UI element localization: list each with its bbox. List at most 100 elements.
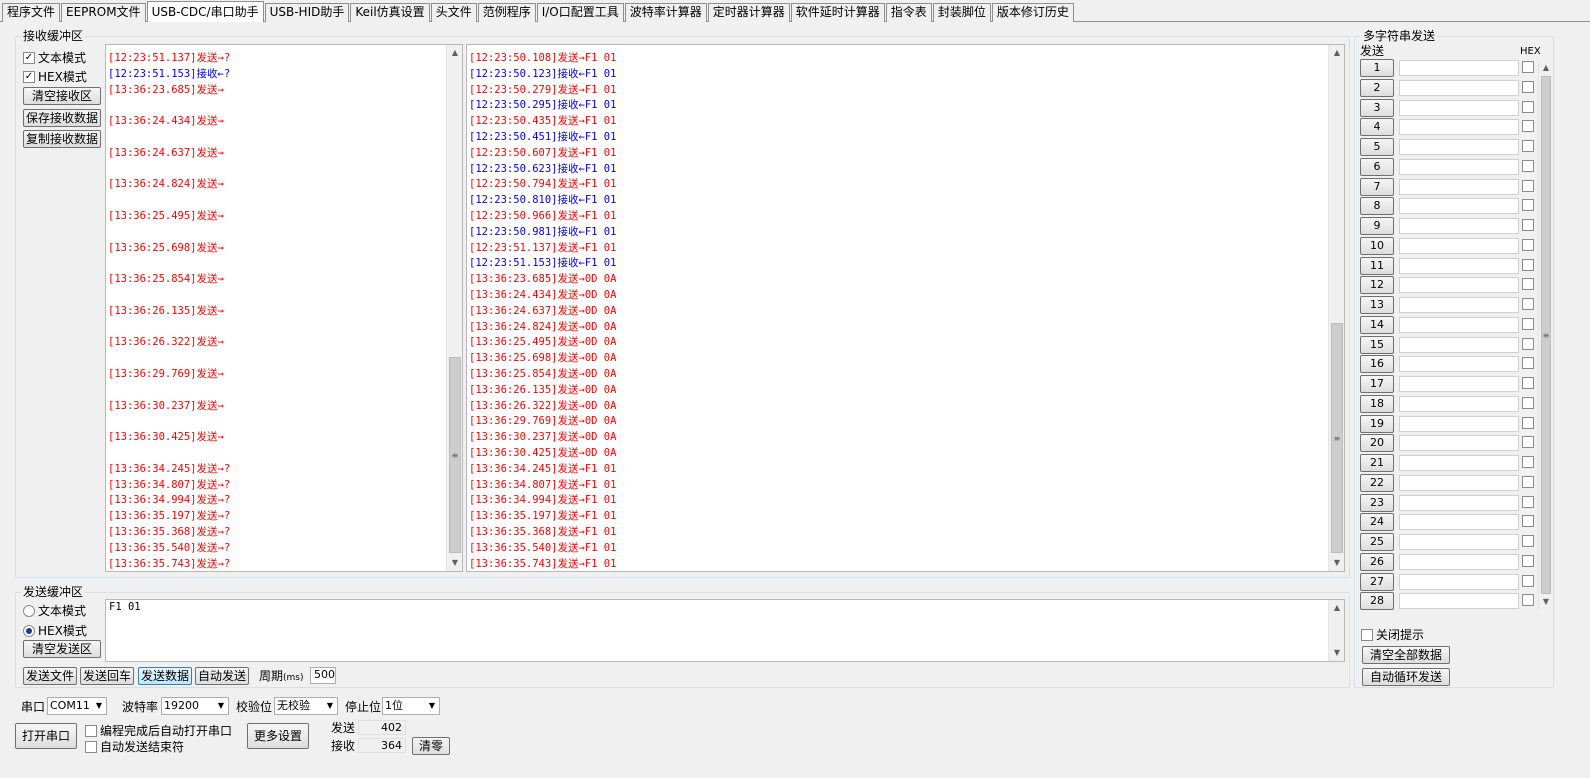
multi-send-button[interactable]: 13 bbox=[1360, 296, 1394, 314]
multi-hex-checkbox[interactable] bbox=[1522, 258, 1534, 271]
multi-send-input[interactable] bbox=[1399, 60, 1519, 76]
auto-loop-send-button[interactable]: 自动循环发送 bbox=[1362, 668, 1450, 686]
receive-text-log-scrollbar[interactable]: ▲ ≡ ▼ bbox=[446, 45, 462, 571]
tab-0[interactable]: 程序文件 bbox=[2, 3, 61, 22]
send-hex-mode-radio[interactable]: HEX模式 bbox=[23, 622, 87, 639]
multi-send-input[interactable] bbox=[1399, 79, 1519, 96]
send-text-mode-radio[interactable]: 文本模式 bbox=[23, 602, 86, 619]
multi-hex-checkbox[interactable] bbox=[1522, 298, 1534, 310]
clear-count-button[interactable]: 清零 bbox=[412, 737, 450, 755]
multi-hex-checkbox[interactable] bbox=[1522, 554, 1534, 567]
multi-send-button[interactable]: 9 bbox=[1360, 217, 1394, 235]
scroll-up-icon[interactable]: ▲ bbox=[1329, 45, 1344, 61]
multi-send-button[interactable]: 19 bbox=[1360, 414, 1394, 433]
multi-send-input[interactable] bbox=[1399, 553, 1519, 570]
send-file-button[interactable]: 发送文件 bbox=[23, 667, 77, 685]
multi-send-button[interactable]: 24 bbox=[1360, 513, 1394, 532]
tab-12[interactable]: 封装脚位 bbox=[932, 3, 991, 22]
receive-hex-mode-checkbox[interactable]: ✓ HEX模式 bbox=[23, 68, 87, 85]
multi-send-input[interactable] bbox=[1399, 257, 1519, 274]
tab-7[interactable]: I/O口配置工具 bbox=[536, 3, 624, 22]
multi-send-button[interactable]: 17 bbox=[1360, 375, 1394, 393]
multi-send-input[interactable] bbox=[1399, 395, 1519, 412]
stop-bits-select[interactable]: 1位 ▼ bbox=[382, 697, 440, 715]
send-enter-button[interactable]: 发送回车 bbox=[80, 667, 134, 685]
multi-hex-checkbox[interactable] bbox=[1522, 100, 1534, 113]
multi-hex-checkbox[interactable] bbox=[1522, 456, 1534, 468]
multi-send-input[interactable] bbox=[1399, 237, 1519, 254]
auto-end-checkbox[interactable]: 自动发送结束符 bbox=[85, 738, 184, 755]
multi-send-input[interactable] bbox=[1399, 336, 1519, 353]
clear-send-button[interactable]: 清空发送区 bbox=[23, 640, 101, 658]
tab-6[interactable]: 范例程序 bbox=[477, 3, 536, 22]
tab-13[interactable]: 版本修订历史 bbox=[991, 3, 1074, 22]
multi-hex-checkbox[interactable] bbox=[1522, 416, 1534, 429]
multi-send-button[interactable]: 14 bbox=[1360, 315, 1394, 334]
open-port-button[interactable]: 打开串口 bbox=[15, 723, 77, 749]
receive-hex-log[interactable]: [12:23:50.108]发送→F1 01 [12:23:50.123]接收←F… bbox=[466, 44, 1345, 572]
period-input[interactable]: 500 bbox=[310, 667, 336, 684]
scrollbar-thumb[interactable]: ≡ bbox=[1331, 323, 1343, 553]
multi-send-button[interactable]: 20 bbox=[1360, 434, 1394, 453]
multi-send-button[interactable]: 26 bbox=[1360, 552, 1394, 571]
multi-send-button[interactable]: 5 bbox=[1360, 138, 1394, 156]
multi-send-input[interactable] bbox=[1399, 218, 1519, 234]
multi-send-button[interactable]: 10 bbox=[1360, 236, 1394, 255]
send-data-button[interactable]: 发送数据 bbox=[138, 667, 192, 685]
multi-send-button[interactable]: 3 bbox=[1360, 98, 1394, 117]
multi-send-input[interactable] bbox=[1399, 297, 1519, 313]
clear-receive-button[interactable]: 清空接收区 bbox=[23, 87, 101, 105]
multi-hex-checkbox[interactable] bbox=[1522, 80, 1534, 93]
scroll-up-icon[interactable]: ▲ bbox=[1329, 600, 1344, 616]
copy-receive-button[interactable]: 复制接收数据 bbox=[23, 130, 101, 148]
scroll-down-icon[interactable]: ▼ bbox=[1329, 555, 1344, 571]
multi-hex-checkbox[interactable] bbox=[1522, 159, 1534, 172]
multi-send-button[interactable]: 18 bbox=[1360, 394, 1394, 413]
multi-hex-checkbox[interactable] bbox=[1522, 337, 1534, 350]
tab-8[interactable]: 波特率计算器 bbox=[624, 3, 707, 22]
multi-send-input[interactable] bbox=[1399, 376, 1519, 392]
multi-send-button[interactable]: 22 bbox=[1360, 473, 1394, 492]
receive-text-log[interactable]: [12:23:51.137]发送→? [12:23:51.153]接收←? [13:… bbox=[105, 44, 463, 572]
auto-send-button[interactable]: 自动发送 bbox=[195, 667, 249, 685]
multi-send-button[interactable]: 12 bbox=[1360, 276, 1394, 295]
multi-hex-checkbox[interactable] bbox=[1522, 238, 1534, 251]
tab-11[interactable]: 指令表 bbox=[885, 3, 932, 22]
multi-hex-checkbox[interactable] bbox=[1522, 396, 1534, 409]
multi-hex-checkbox[interactable] bbox=[1522, 61, 1534, 73]
multi-send-button[interactable]: 27 bbox=[1360, 572, 1394, 591]
multi-send-input[interactable] bbox=[1399, 593, 1519, 610]
multi-send-button[interactable]: 28 bbox=[1360, 592, 1394, 611]
scroll-down-icon[interactable]: ▼ bbox=[447, 555, 462, 571]
multi-send-button[interactable]: 8 bbox=[1360, 197, 1394, 216]
multi-send-button[interactable]: 2 bbox=[1360, 78, 1394, 97]
multi-hex-checkbox[interactable] bbox=[1522, 357, 1534, 370]
multi-send-input[interactable] bbox=[1399, 494, 1519, 511]
multi-send-input[interactable] bbox=[1399, 99, 1519, 116]
multi-send-input[interactable] bbox=[1399, 198, 1519, 215]
multi-send-button[interactable]: 15 bbox=[1360, 335, 1394, 354]
multi-hex-checkbox[interactable] bbox=[1522, 475, 1534, 488]
tab-2[interactable]: USB-CDC/串口助手 bbox=[146, 1, 264, 22]
multi-hex-checkbox[interactable] bbox=[1522, 594, 1534, 607]
send-input-area[interactable]: F1 01 ▲ ▼ bbox=[105, 599, 1345, 662]
multi-hex-checkbox[interactable] bbox=[1522, 199, 1534, 212]
multi-hex-checkbox[interactable] bbox=[1522, 495, 1534, 508]
clear-all-data-button[interactable]: 清空全部数据 bbox=[1362, 646, 1450, 664]
multi-send-button[interactable]: 6 bbox=[1360, 157, 1394, 176]
tab-4[interactable]: Keil仿真设置 bbox=[350, 3, 430, 22]
multi-send-input[interactable] bbox=[1399, 534, 1519, 550]
multi-send-input[interactable] bbox=[1399, 158, 1519, 175]
multi-send-button[interactable]: 23 bbox=[1360, 493, 1394, 512]
multi-hex-checkbox[interactable] bbox=[1522, 317, 1534, 330]
multi-hex-checkbox[interactable] bbox=[1522, 535, 1534, 547]
multi-send-input[interactable] bbox=[1399, 178, 1519, 195]
multi-send-input[interactable] bbox=[1399, 455, 1519, 471]
multi-send-input[interactable] bbox=[1399, 316, 1519, 333]
receive-text-mode-checkbox[interactable]: ✓ 文本模式 bbox=[23, 49, 86, 66]
parity-select[interactable]: 无校验 ▼ bbox=[274, 697, 338, 715]
more-settings-button[interactable]: 更多设置 bbox=[247, 723, 309, 749]
multi-send-button[interactable]: 1 bbox=[1360, 59, 1394, 77]
multi-hex-checkbox[interactable] bbox=[1522, 377, 1534, 389]
tab-1[interactable]: EEPROM文件 bbox=[61, 3, 146, 22]
